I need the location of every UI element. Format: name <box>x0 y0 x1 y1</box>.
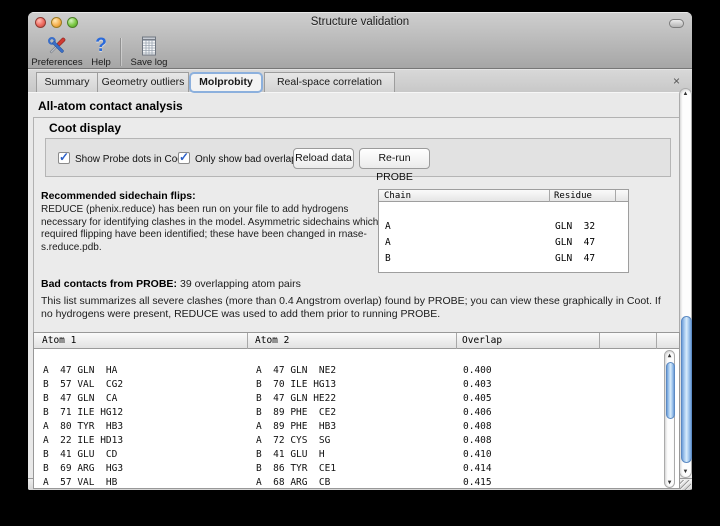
flips-table-rows: AGLN 32 AGLN 47 BGLN 47 <box>379 203 628 251</box>
table-scrollbar[interactable]: ▲ ▼ <box>664 350 675 488</box>
save-log-button[interactable]: Save log <box>126 34 172 68</box>
window-title: Structure validation <box>28 16 692 28</box>
bad-contacts-description: This list summarizes all severe clashes … <box>41 295 674 320</box>
page-title: All-atom contact analysis <box>38 99 183 113</box>
contacts-table-header: Atom 1 Atom 2 Overlap <box>34 333 679 349</box>
tab-summary[interactable]: Summary <box>36 72 98 92</box>
flips-heading: Recommended sidechain flips: <box>41 190 196 202</box>
tab-molprobity[interactable]: Molprobity <box>189 72 263 93</box>
flips-description: REDUCE (phenix.reduce) has been run on y… <box>41 204 379 254</box>
table-row[interactable]: A 52 TYR HAA 72 CYS O0.418 <box>34 476 679 490</box>
check-icon: ✓ <box>179 150 189 164</box>
preferences-button[interactable]: Preferences <box>31 34 83 68</box>
bad-contacts-heading: Bad contacts from PROBE: <box>41 278 177 290</box>
toolbar-separator <box>120 38 121 66</box>
table-row[interactable]: A 47 GLN HAA 47 GLN NE20.400 <box>34 350 679 364</box>
table-row[interactable]: AGLN 32 <box>379 203 628 219</box>
column-header-residue[interactable]: Residue <box>550 190 616 202</box>
table-row[interactable]: B 57 VAL CG2B 70 ILE HG130.403 <box>34 364 679 378</box>
table-scrollbar-thumb[interactable] <box>666 362 675 419</box>
tab-bar: Summary Geometry outliers Molprobity Rea… <box>28 70 692 92</box>
scroll-up-icon[interactable]: ▲ <box>680 91 691 97</box>
close-tab-icon[interactable]: × <box>673 72 680 90</box>
contacts-table-rows: A 47 GLN HAA 47 GLN NE20.400 B 57 VAL CG… <box>34 350 679 490</box>
table-row[interactable]: A 22 ILE HD13A 72 CYS SG0.408 <box>34 420 679 434</box>
toolbar-collapse-button[interactable] <box>669 19 684 28</box>
help-icon: ? <box>86 34 116 57</box>
flips-table-header: Chain Residue <box>379 190 628 202</box>
bad-contacts-table: Atom 1 Atom 2 Overlap A 47 GLN HAA 47 GL… <box>33 332 680 489</box>
scroll-down-icon[interactable]: ▼ <box>680 469 691 475</box>
table-row[interactable]: B 69 ARG HG3B 86 TYR CE10.414 <box>34 448 679 462</box>
show-probe-dots-checkbox[interactable]: ✓ <box>58 152 70 164</box>
show-probe-dots-label[interactable]: Show Probe dots in Coot <box>75 154 186 165</box>
window-header: Structure validation Preferences <box>28 12 692 69</box>
column-header-atom1[interactable]: Atom 1 <box>34 333 248 349</box>
reload-data-button[interactable]: Reload data <box>293 148 354 169</box>
only-bad-overlaps-label[interactable]: Only show bad overlaps <box>195 154 302 165</box>
scroll-up-icon[interactable]: ▲ <box>665 352 674 359</box>
coot-display-title: Coot display <box>49 121 121 135</box>
tab-geometry-outliers[interactable]: Geometry outliers <box>97 72 189 92</box>
bad-contacts-count: 39 overlapping atom pairs <box>180 278 301 290</box>
column-header-blank <box>600 333 657 349</box>
column-header-chain[interactable]: Chain <box>379 190 550 202</box>
table-row[interactable]: B 47 GLN CAB 47 GLN HE220.405 <box>34 378 679 392</box>
table-row[interactable]: AGLN 47 <box>379 219 628 235</box>
tools-icon <box>31 34 83 57</box>
coot-display-group: ✓ Show Probe dots in Coot ✓ Only show ba… <box>45 138 671 177</box>
preferences-label: Preferences <box>31 57 83 68</box>
resize-grip[interactable] <box>680 480 691 490</box>
table-row[interactable]: B 71 ILE HG12B 89 PHE CE20.406 <box>34 392 679 406</box>
column-header-atom2[interactable]: Atom 2 <box>248 333 457 349</box>
scroll-down-icon[interactable]: ▼ <box>665 479 674 486</box>
save-log-label: Save log <box>126 57 172 68</box>
help-label: Help <box>86 57 116 68</box>
table-row[interactable]: BGLN 47 <box>379 235 628 251</box>
table-row[interactable]: B 41 GLU CDB 41 GLU H0.410 <box>34 434 679 448</box>
page-scrollbar-thumb[interactable] <box>681 316 692 463</box>
column-header-blank <box>616 190 629 202</box>
structure-validation-window: Structure validation Preferences <box>28 12 692 490</box>
check-icon: ✓ <box>59 150 69 164</box>
only-bad-overlaps-checkbox[interactable]: ✓ <box>178 152 190 164</box>
help-button[interactable]: ? Help <box>86 34 116 68</box>
page-scrollbar[interactable]: ▲ ▼ <box>679 88 692 478</box>
column-header-overlap[interactable]: Overlap <box>457 333 600 349</box>
sidechain-flips-table: Chain Residue AGLN 32 AGLN 47 <box>378 189 629 273</box>
table-row[interactable]: A 57 VAL HBA 68 ARG CB0.415 <box>34 462 679 476</box>
log-sheet-icon <box>126 34 172 57</box>
table-row[interactable]: A 80 TYR HB3A 89 PHE HB30.408 <box>34 406 679 420</box>
molprobity-tab-content: All-atom contact analysis Coot display ✓… <box>28 92 692 478</box>
tab-real-space-correlation[interactable]: Real-space correlation <box>264 72 395 92</box>
rerun-probe-button[interactable]: Re-run PROBE <box>359 148 430 169</box>
